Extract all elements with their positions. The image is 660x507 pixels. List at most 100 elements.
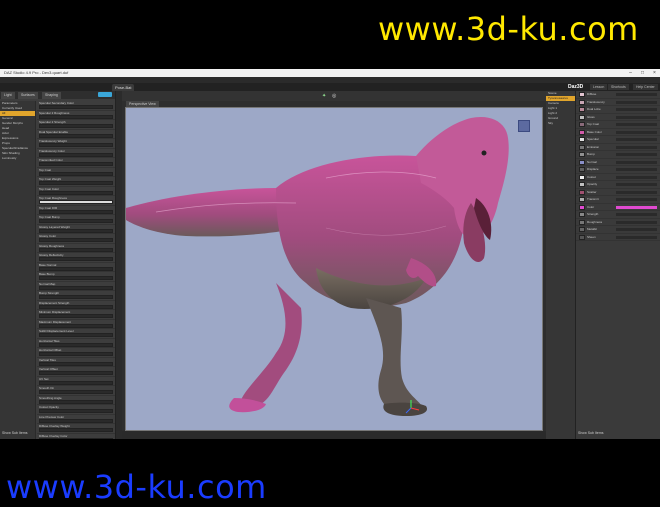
shader-slider[interactable] (616, 198, 657, 201)
trex-model[interactable] (126, 108, 543, 431)
shader-slider[interactable] (616, 123, 657, 126)
color-swatch[interactable] (579, 197, 585, 202)
shader-slider[interactable] (616, 160, 657, 164)
show-sub-items-checkbox-right[interactable]: Show Sub Items (578, 431, 603, 435)
tab-light[interactable]: Light (1, 92, 15, 99)
property-slider[interactable] (39, 228, 113, 233)
shader-slider[interactable] (616, 115, 657, 119)
shader-slider[interactable] (616, 145, 657, 149)
property-slider[interactable] (39, 171, 113, 176)
shader-slider[interactable] (616, 228, 657, 231)
close-icon[interactable]: × (650, 70, 659, 76)
shader-slider[interactable] (616, 100, 657, 104)
tab-shaping[interactable]: Shaping (42, 92, 61, 99)
show-sub-items-checkbox[interactable]: Show Sub Items (2, 431, 27, 435)
property-slider[interactable] (39, 361, 113, 366)
shader-slider[interactable] (616, 93, 657, 96)
property-slider[interactable] (39, 380, 113, 385)
property-slider[interactable] (39, 371, 113, 375)
property-slider[interactable] (39, 124, 113, 128)
property-slider[interactable] (39, 181, 113, 185)
property-slider[interactable] (39, 257, 113, 261)
color-swatch[interactable] (579, 114, 585, 120)
shader-slider[interactable] (616, 108, 657, 111)
property-slider[interactable] (39, 285, 113, 290)
property-slider[interactable] (39, 409, 113, 413)
shader-slider[interactable] (616, 175, 657, 179)
color-swatch[interactable] (579, 174, 585, 180)
property-slider[interactable] (39, 333, 113, 337)
color-swatch[interactable] (579, 204, 585, 210)
shader-slider[interactable] (616, 213, 657, 216)
tree-item[interactable]: Luminosity (0, 156, 35, 161)
property-slider[interactable] (39, 390, 113, 394)
tab-lesson[interactable]: Lesson (590, 84, 608, 90)
shader-slider[interactable] (616, 183, 657, 186)
shader-slider[interactable] (616, 130, 657, 134)
color-swatch[interactable] (579, 92, 585, 97)
property-slider[interactable] (39, 304, 113, 309)
shader-slider[interactable] (616, 220, 657, 224)
property-slider[interactable] (39, 105, 113, 109)
property-row: Horizontal Offset (37, 348, 115, 358)
color-swatch[interactable] (579, 137, 585, 142)
shader-slider[interactable] (616, 138, 657, 141)
property-slider[interactable] (39, 323, 113, 328)
color-swatch[interactable] (579, 182, 585, 187)
3d-viewport[interactable] (125, 107, 543, 431)
property-slider[interactable] (39, 152, 113, 157)
property-slider[interactable] (39, 266, 113, 271)
color-swatch[interactable] (579, 227, 585, 232)
minimize-icon[interactable]: – (626, 70, 635, 76)
property-slider[interactable] (39, 247, 113, 252)
property-slider[interactable] (39, 352, 113, 356)
property-slider[interactable] (39, 133, 113, 138)
tab-surfaces[interactable]: Surfaces (18, 92, 38, 99)
shader-slider[interactable] (616, 168, 657, 171)
color-swatch[interactable] (579, 144, 585, 150)
property-slider[interactable] (39, 162, 113, 166)
shader-row: Cutout (576, 174, 660, 181)
shader-slider[interactable] (616, 153, 657, 156)
panel-options-button[interactable] (98, 92, 112, 97)
shader-label: Displace (587, 167, 599, 171)
shader-slider[interactable] (616, 235, 657, 239)
property-slider[interactable] (39, 418, 113, 423)
title-bar: DAZ Studio 4.9 Pro - Dev3.quart.duf – □ … (0, 69, 660, 77)
tab-help-center[interactable]: Help Center (633, 84, 658, 90)
property-slider[interactable] (39, 190, 113, 195)
color-swatch[interactable] (579, 99, 585, 105)
property-slider[interactable] (39, 295, 113, 299)
property-slider[interactable] (39, 342, 113, 347)
maximize-icon[interactable]: □ (638, 70, 647, 76)
tab-shortcuts[interactable]: Shortcuts (608, 84, 629, 90)
property-slider[interactable] (39, 114, 113, 119)
property-slider[interactable] (39, 209, 113, 214)
color-swatch[interactable] (579, 219, 585, 225)
scene-node[interactable]: Sky (546, 121, 575, 126)
tab-pose[interactable]: Pose-Bat (112, 84, 135, 91)
property-slider[interactable] (39, 437, 113, 439)
aux-viewport-icon[interactable]: ◎ (332, 93, 336, 99)
property-slider[interactable] (39, 428, 113, 432)
property-slider[interactable] (39, 399, 113, 404)
color-swatch[interactable] (579, 129, 585, 135)
color-swatch[interactable] (579, 189, 585, 195)
color-swatch[interactable] (579, 234, 585, 240)
view-cube[interactable] (518, 120, 530, 132)
shader-slider[interactable] (616, 205, 657, 209)
property-slider[interactable] (39, 276, 113, 280)
color-swatch[interactable] (579, 122, 585, 127)
color-swatch[interactable] (579, 167, 585, 172)
color-swatch[interactable] (579, 159, 585, 165)
property-slider[interactable] (39, 219, 113, 223)
property-slider[interactable] (39, 238, 113, 242)
color-swatch[interactable] (579, 212, 585, 217)
property-slider[interactable] (39, 143, 113, 147)
property-slider[interactable] (39, 200, 113, 204)
camera-icon[interactable]: ✦ (322, 93, 326, 99)
shader-slider[interactable] (616, 190, 657, 194)
color-swatch[interactable] (579, 152, 585, 157)
property-slider[interactable] (39, 314, 113, 318)
color-swatch[interactable] (579, 107, 585, 112)
